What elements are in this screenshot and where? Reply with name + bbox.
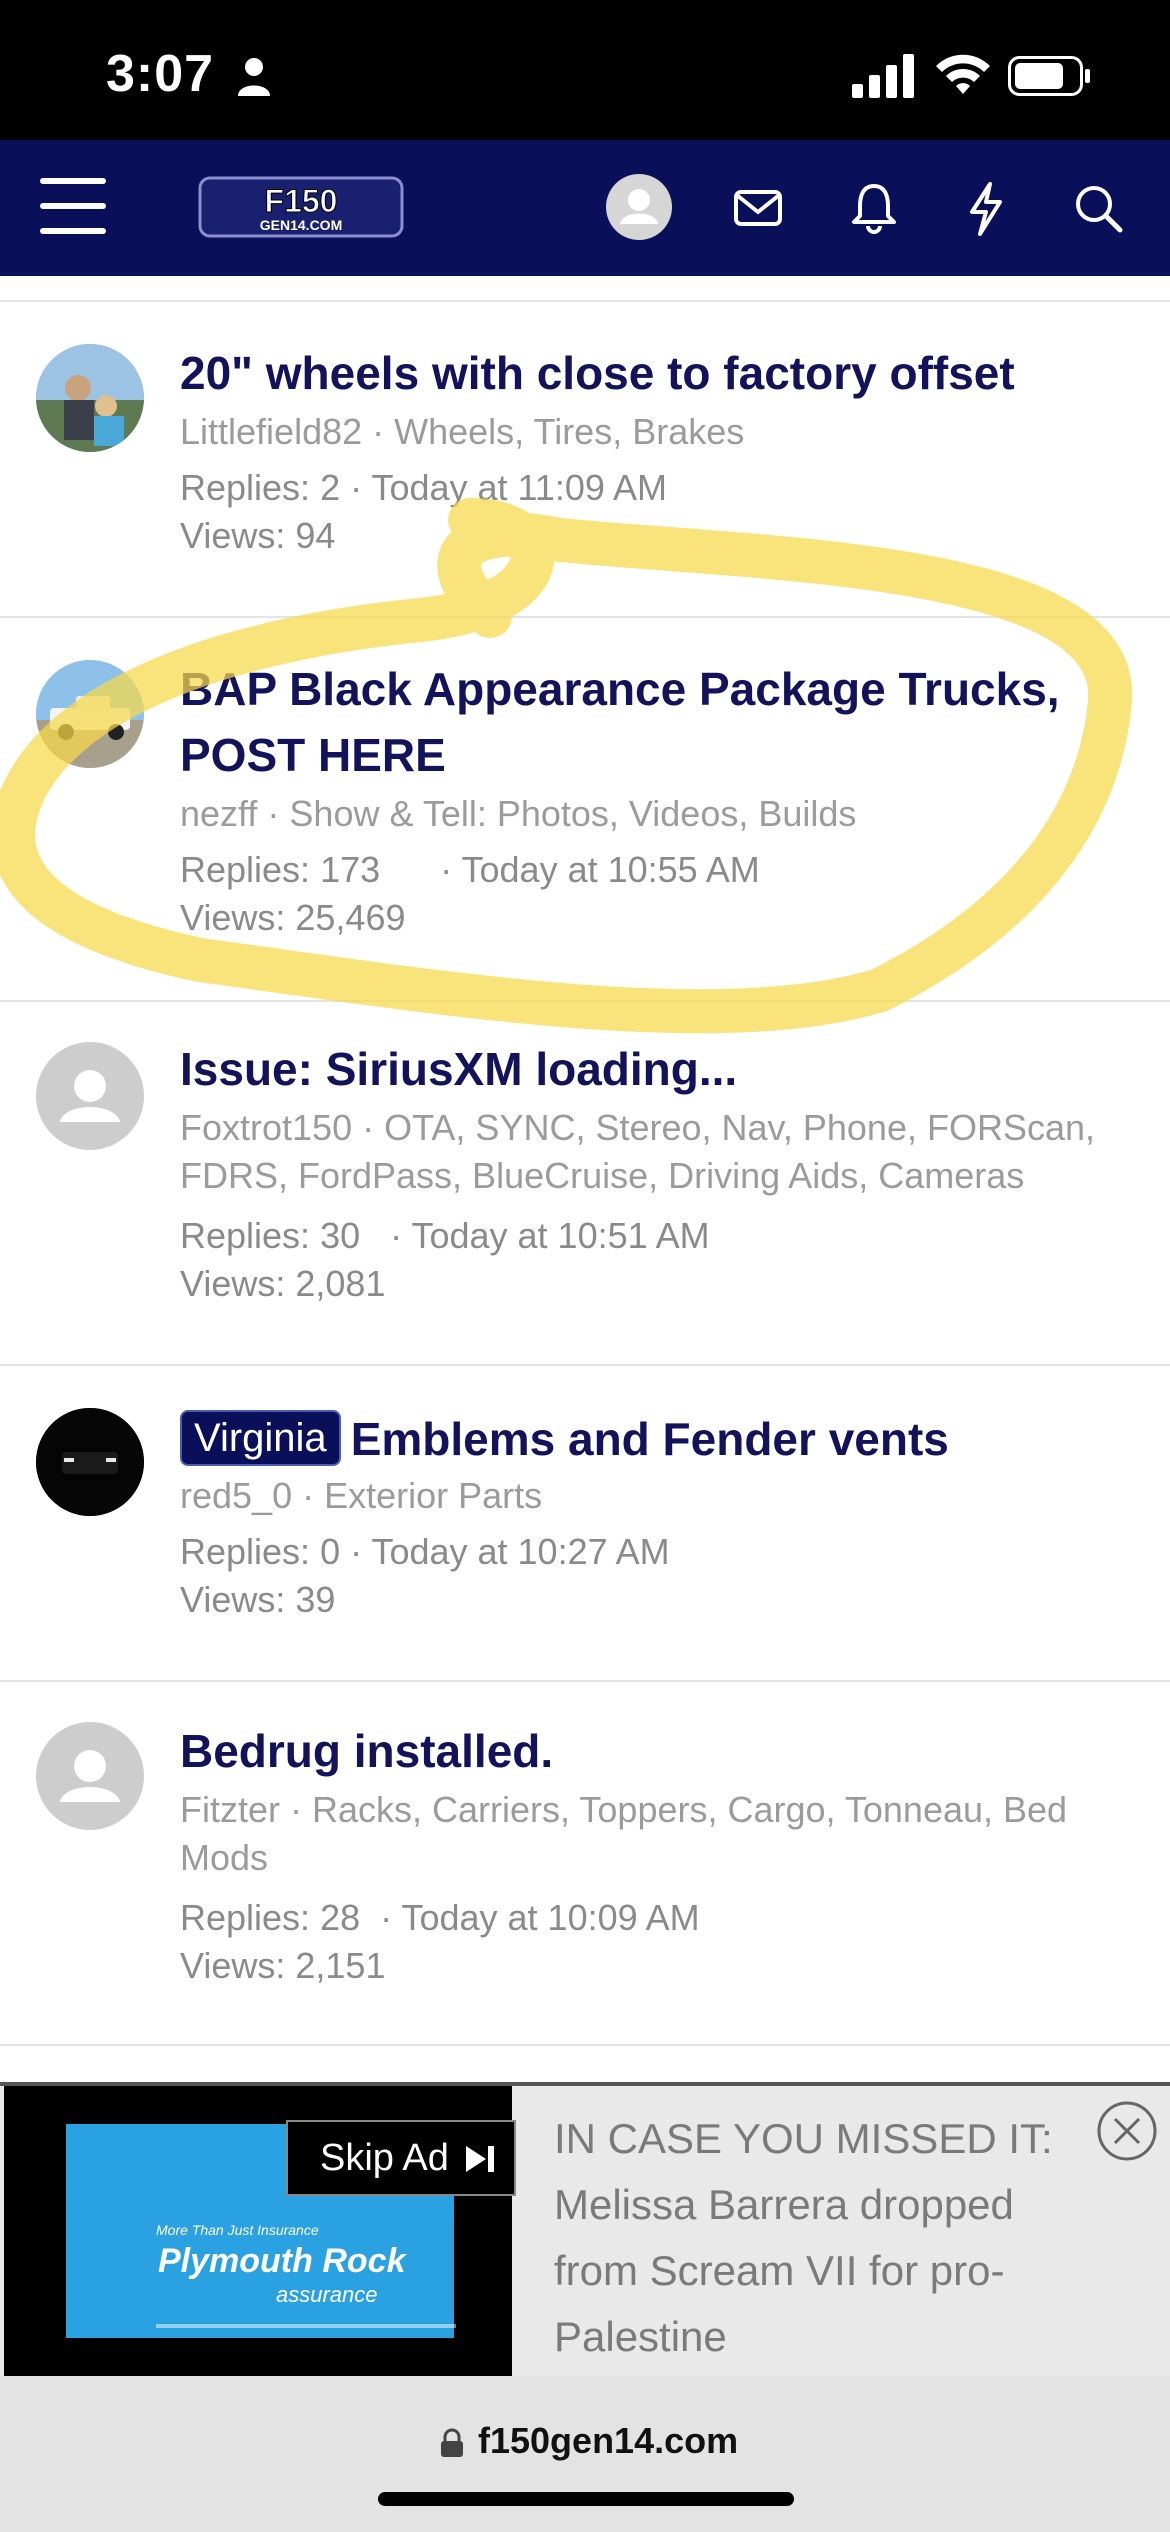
thread-author[interactable]: Foxtrot150 (180, 1107, 352, 1148)
thread-date: Today at 10:27 AM (371, 1531, 670, 1572)
thread-title-text[interactable]: Emblems and Fender vents (351, 1413, 949, 1465)
url-text[interactable]: f150gen14.com (478, 2420, 738, 2462)
thread-meta: nezff · Show & Tell: Photos, Videos, Bui… (180, 793, 857, 834)
thread-author[interactable]: Fitzter (180, 1789, 280, 1830)
thread-views: Views: 2,081 (180, 1263, 386, 1304)
wifi-icon (936, 54, 990, 94)
person-icon (238, 58, 270, 96)
thread-views: Views: 94 (180, 515, 336, 556)
ad-brand-logo: Plymouth Rock (158, 2242, 406, 2280)
thread-author[interactable]: nezff (180, 793, 257, 834)
thread-views: Views: 39 (180, 1579, 336, 1620)
default-avatar-icon (60, 1070, 120, 1122)
thread-forum[interactable]: Show & Tell: Photos, Videos, Builds (289, 793, 856, 834)
avatar[interactable] (36, 344, 144, 452)
thread-item[interactable]: Bedrug installed. Fitzter · Racks, Carri… (0, 1682, 1170, 2046)
thread-item[interactable]: BAP Black Appearance Package Trucks, POS… (0, 618, 1170, 1002)
thread-date: Today at 10:51 AM (411, 1215, 710, 1256)
thread-replies: Replies: 173 (180, 849, 381, 890)
thread-title[interactable]: BAP Black Appearance Package Trucks, POS… (180, 656, 1070, 788)
ad-fineprint (156, 2324, 456, 2328)
thread-stats: Replies: 2 · Today at 11:09 AM (180, 467, 667, 508)
thread-replies: Replies: 30 (180, 1215, 361, 1256)
skip-ad-button[interactable]: Skip Ad (286, 2120, 516, 2196)
thread-prefix-badge[interactable]: Virginia (180, 1410, 341, 1466)
avatar[interactable] (36, 1408, 144, 1516)
thread-stats: Replies: 30 · Today at 10:51 AM (180, 1215, 710, 1256)
site-header: F150 GEN14.COM (0, 140, 1170, 276)
thread-item[interactable]: Virginia Emblems and Fender vents red5_0 … (0, 1366, 1170, 1682)
thread-meta: Foxtrot150 · OTA, SYNC, Stereo, Nav, Pho… (180, 1107, 1096, 1196)
user-silhouette-icon (620, 189, 658, 224)
thread-meta: red5_0 · Exterior Parts (180, 1475, 543, 1516)
thread-views: Views: 2,151 (180, 1945, 386, 1986)
thread-date: Today at 10:09 AM (401, 1897, 700, 1938)
svg-text:GEN14.COM: GEN14.COM (260, 217, 342, 233)
thread-title[interactable]: Bedrug installed. (180, 1718, 1130, 1784)
bolt-icon[interactable] (956, 178, 1016, 238)
thread-meta: Littlefield82 · Wheels, Tires, Brakes (180, 411, 745, 452)
thread-title[interactable]: 20" wheels with close to factory offset (180, 340, 1130, 406)
thread-forum[interactable]: Wheels, Tires, Brakes (394, 411, 744, 452)
browser-url-bar[interactable]: f150gen14.com (0, 2376, 1170, 2532)
lock-icon (441, 2428, 463, 2457)
skip-ad-label: Skip Ad (320, 2137, 449, 2179)
mail-icon[interactable] (728, 178, 788, 238)
svg-text:F150: F150 (265, 183, 338, 219)
ad-headline[interactable]: IN CASE YOU MISSED IT: Melissa Barrera d… (554, 2106, 1094, 2370)
home-indicator[interactable] (378, 2492, 794, 2506)
avatar[interactable] (36, 660, 144, 768)
avatar-photo (36, 344, 144, 452)
thread-author[interactable]: red5_0 (180, 1475, 292, 1516)
thread-author[interactable]: Littlefield82 (180, 411, 362, 452)
close-icon[interactable] (1096, 2100, 1158, 2162)
status-bar: 3:07 (0, 0, 1170, 140)
ad-tagline: More Than Just Insurance (156, 2222, 319, 2238)
thread-stats: Replies: 0 · Today at 10:27 AM (180, 1531, 670, 1572)
thread-item[interactable]: Issue: SiriusXM loading... Foxtrot150 · … (0, 1002, 1170, 1366)
thread-meta: Fitzter · Racks, Carriers, Toppers, Carg… (180, 1789, 1068, 1878)
signal-icon (852, 54, 914, 98)
avatar[interactable] (36, 1722, 144, 1830)
thread-replies: Replies: 0 (180, 1531, 341, 1572)
thread-date: Today at 11:09 AM (371, 467, 667, 508)
bell-icon[interactable] (844, 178, 904, 238)
avatar-photo (36, 660, 144, 768)
thread-title[interactable]: Virginia Emblems and Fender vents (180, 1406, 1130, 1472)
thread-title[interactable]: Issue: SiriusXM loading... (180, 1036, 1130, 1102)
thread-replies: Replies: 2 (180, 467, 341, 508)
thread-item[interactable]: 20" wheels with close to factory offset … (0, 302, 1170, 618)
avatar-photo (36, 1408, 144, 1516)
menu-icon[interactable] (40, 178, 106, 234)
avatar[interactable] (36, 1042, 144, 1150)
search-icon[interactable] (1068, 178, 1128, 238)
thread-replies: Replies: 28 (180, 1897, 361, 1938)
site-logo[interactable]: F150 GEN14.COM (196, 174, 406, 240)
thread-views: Views: 25,469 (180, 897, 406, 938)
battery-icon (1008, 56, 1090, 96)
skip-forward-icon (466, 2146, 494, 2172)
ad-brand-sub: assurance (276, 2282, 378, 2307)
status-time: 3:07 (106, 45, 215, 103)
thread-stats: Replies: 173 · Today at 10:55 AM (180, 849, 760, 890)
default-avatar-icon (60, 1750, 120, 1802)
thread-forum[interactable]: Racks, Carriers, Toppers, Cargo, Tonneau… (180, 1789, 1067, 1878)
ad-banner[interactable]: More Than Just Insurance Plymouth Rock a… (0, 2082, 1170, 2376)
thread-forum[interactable]: Exterior Parts (324, 1475, 542, 1516)
ad-video[interactable]: More Than Just Insurance Plymouth Rock a… (4, 2086, 516, 2376)
thread-stats: Replies: 28 · Today at 10:09 AM (180, 1897, 700, 1938)
thread-date: Today at 10:55 AM (461, 849, 760, 890)
account-avatar[interactable] (606, 174, 672, 240)
